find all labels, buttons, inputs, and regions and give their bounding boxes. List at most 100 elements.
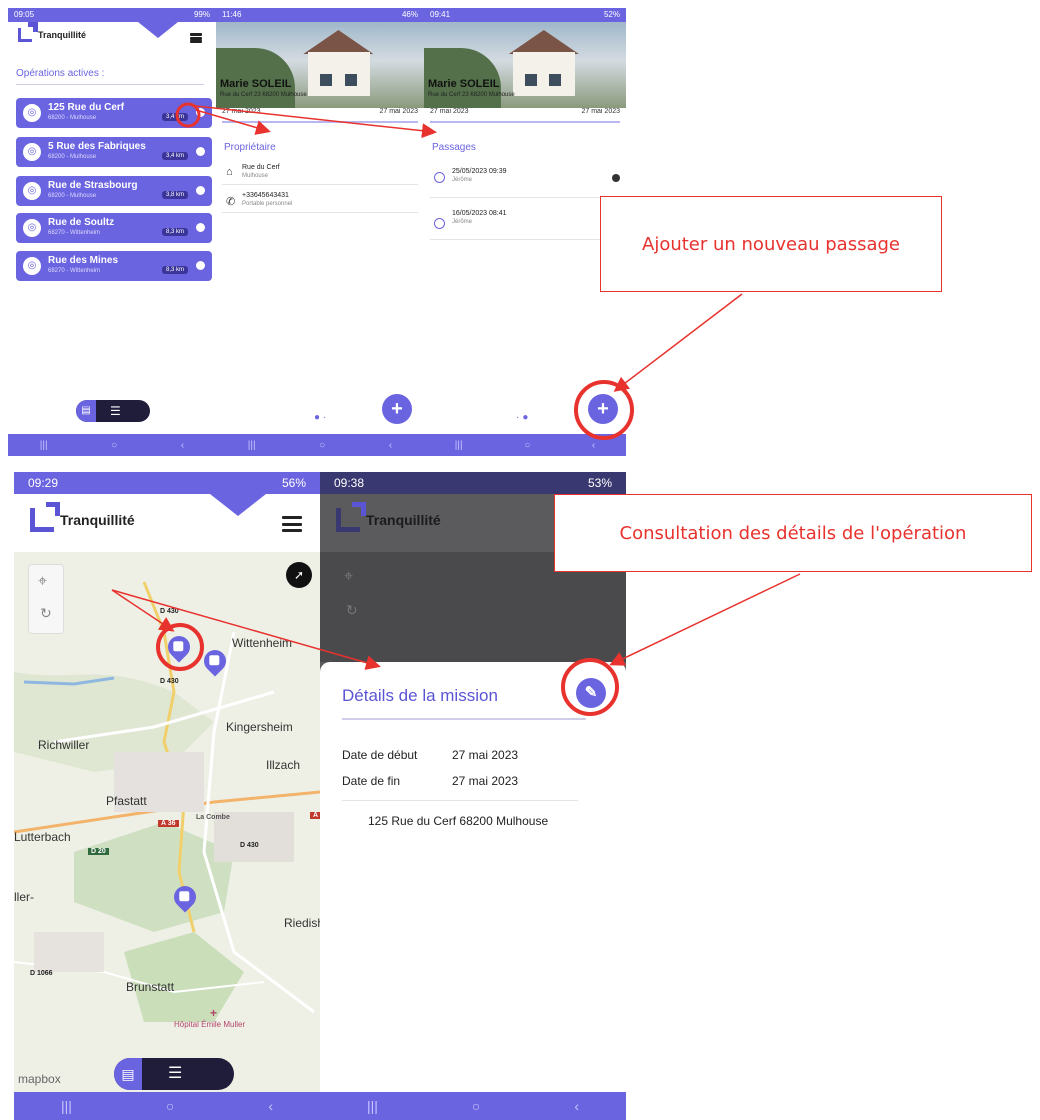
back-icon[interactable]: ‹ [592, 440, 595, 451]
compass-icon[interactable]: ➚ [286, 562, 312, 588]
view-toggle[interactable]: ▤ ☰ [114, 1058, 234, 1090]
map-place-label: Kingersheim [226, 720, 293, 734]
pager-dots: ·● [516, 412, 532, 423]
end-date: 27 mai 2023 [379, 108, 418, 115]
menu-bar [282, 522, 302, 526]
back-icon[interactable]: ‹ [181, 440, 184, 451]
road-label: D 430 [240, 842, 259, 849]
map-place-label: Lutterbach [14, 830, 71, 844]
app-logo: Tranquillité [30, 502, 135, 532]
open-details-icon[interactable] [196, 223, 205, 232]
house-icon [179, 891, 190, 902]
home-icon[interactable]: ○ [166, 1098, 174, 1114]
add-passage-button[interactable]: + [588, 394, 618, 424]
status-time: 09:29 [28, 476, 59, 490]
filter-icon[interactable]: ☰ [168, 1058, 182, 1090]
operation-card[interactable]: ◎ Rue de Soultz 68270 - Wittenheim 8,3 k… [16, 213, 212, 243]
photo-window [320, 74, 332, 86]
view-toggle[interactable]: ▤ ☰ [76, 400, 150, 422]
operation-card[interactable]: ◎ Rue des Mines 68270 - Wittenheim 8,3 k… [16, 251, 212, 281]
crosshair-icon: ⌖ [344, 568, 354, 585]
app-logo: Tranquillité [18, 22, 87, 42]
android-nav-bar: ||| ○ ‹ [320, 1092, 626, 1120]
status-time: 11:46 [222, 10, 242, 19]
back-icon[interactable]: ‹ [389, 440, 392, 451]
phone-map: 09:29 56% Tranquillité ⌖ ↻ ➚ Wittenheim … [14, 472, 320, 1120]
operation-card[interactable]: ◎ 125 Rue du Cerf 68200 - Mulhouse 3,4 k… [16, 98, 212, 128]
add-passage-button[interactable]: + [382, 394, 412, 424]
menu-icon[interactable] [190, 33, 202, 43]
app-name: Tranquillité [366, 512, 441, 528]
distance-badge: 3,8 km [161, 191, 188, 199]
date-row: 27 mai 2023 27 mai 2023 [430, 108, 620, 115]
owner-name: Marie SOLEIL [220, 78, 292, 90]
crosshair-icon[interactable]: ⌖ [38, 573, 47, 591]
open-details-icon[interactable] [196, 261, 205, 270]
owner-phone[interactable]: +33645643431 [242, 192, 289, 199]
operation-card[interactable]: ◎ Rue de Strasbourg 68200 - Mulhouse 3,8… [16, 176, 212, 206]
operation-city: 68200 - Mulhouse [48, 193, 97, 199]
android-nav-bar: ||| ○ ‹ [8, 434, 216, 456]
home-icon[interactable]: ○ [319, 440, 325, 451]
photo-window [525, 74, 537, 86]
section-title: Passages [432, 142, 476, 153]
passage-item[interactable]: 25/05/2023 09:39 Jérôme [430, 162, 620, 198]
distance-badge: 8,3 km [161, 266, 188, 274]
operation-city: 68270 - Wittenheim [48, 230, 101, 236]
map-place-label: Illzach [266, 758, 301, 772]
home-icon[interactable]: ○ [472, 1098, 480, 1114]
back-icon[interactable]: ‹ [268, 1098, 273, 1114]
location-pin-icon: ◎ [23, 182, 41, 200]
menu-icon[interactable] [282, 516, 302, 532]
operation-city: 68270 - Wittenheim [48, 268, 101, 274]
house-icon [209, 655, 220, 666]
status-battery: 46% [401, 10, 418, 19]
more-icon[interactable] [612, 174, 620, 182]
divider [222, 184, 418, 185]
road-label: D 430 [160, 608, 179, 615]
annotation-add-passage: Ajouter un nouveau passage [600, 196, 942, 292]
operation-city: 68200 - Mulhouse [48, 115, 97, 121]
passage-agent: Jérôme [452, 177, 473, 183]
phone-icon: ✆ [226, 196, 236, 208]
passage-datetime: 16/05/2023 08:41 [452, 210, 507, 217]
start-date-value: 27 mai 2023 [452, 748, 519, 762]
distance-badge: 3,4 km [161, 152, 188, 160]
sheet-title: Détails de la mission [342, 686, 498, 705]
location-pin-icon: ◎ [23, 104, 41, 122]
screenshot-root: 09:05 99% Tranquillité Opérations active… [0, 0, 1040, 1120]
recent-apps-icon[interactable]: ||| [367, 1098, 378, 1114]
map-view[interactable]: ⌖ ↻ ➚ Wittenheim Kingersheim Richwiller … [14, 552, 320, 1092]
recent-apps-icon[interactable]: ||| [61, 1098, 72, 1114]
passage-item[interactable]: 16/05/2023 08:41 Jérôme [430, 204, 620, 240]
open-details-icon[interactable] [196, 108, 205, 117]
hospital-icon: + [210, 1006, 218, 1020]
filter-icon[interactable]: ☰ [110, 400, 121, 422]
mission-details-sheet: Détails de la mission ✎ Date de début 27… [320, 662, 626, 1092]
road-shield: A 36 [158, 820, 179, 827]
open-details-icon[interactable] [196, 147, 205, 156]
address-city: Mulhouse [242, 173, 269, 179]
mapbox-attribution: mapbox [18, 1072, 61, 1086]
recent-apps-icon[interactable]: ||| [40, 440, 48, 451]
status-bar: 11:46 46% [216, 8, 424, 22]
check-circle-icon [434, 172, 445, 183]
refresh-icon[interactable]: ↻ [40, 605, 52, 622]
operation-card[interactable]: ◎ 5 Rue des Fabriques 68200 - Mulhouse 3… [16, 137, 212, 167]
list-icon[interactable]: ▤ [114, 1058, 142, 1090]
status-bar: 09:05 99% [8, 8, 216, 22]
app-name: Tranquillité [38, 30, 87, 40]
operation-city: 68200 - Mulhouse [48, 154, 97, 160]
status-time: 09:41 [430, 10, 451, 19]
home-icon[interactable]: ○ [524, 440, 530, 451]
location-pin-icon: ◎ [23, 143, 41, 161]
list-icon[interactable]: ▤ [76, 400, 96, 422]
recent-apps-icon[interactable]: ||| [455, 440, 463, 451]
open-details-icon[interactable] [196, 186, 205, 195]
back-icon[interactable]: ‹ [574, 1098, 579, 1114]
app-logo: Tranquillité [336, 502, 441, 532]
recent-apps-icon[interactable]: ||| [248, 440, 256, 451]
mission-address: 125 Rue du Cerf 68200 Mulhouse [368, 814, 549, 828]
home-icon[interactable]: ○ [111, 440, 117, 451]
edit-button[interactable]: ✎ [576, 678, 606, 708]
